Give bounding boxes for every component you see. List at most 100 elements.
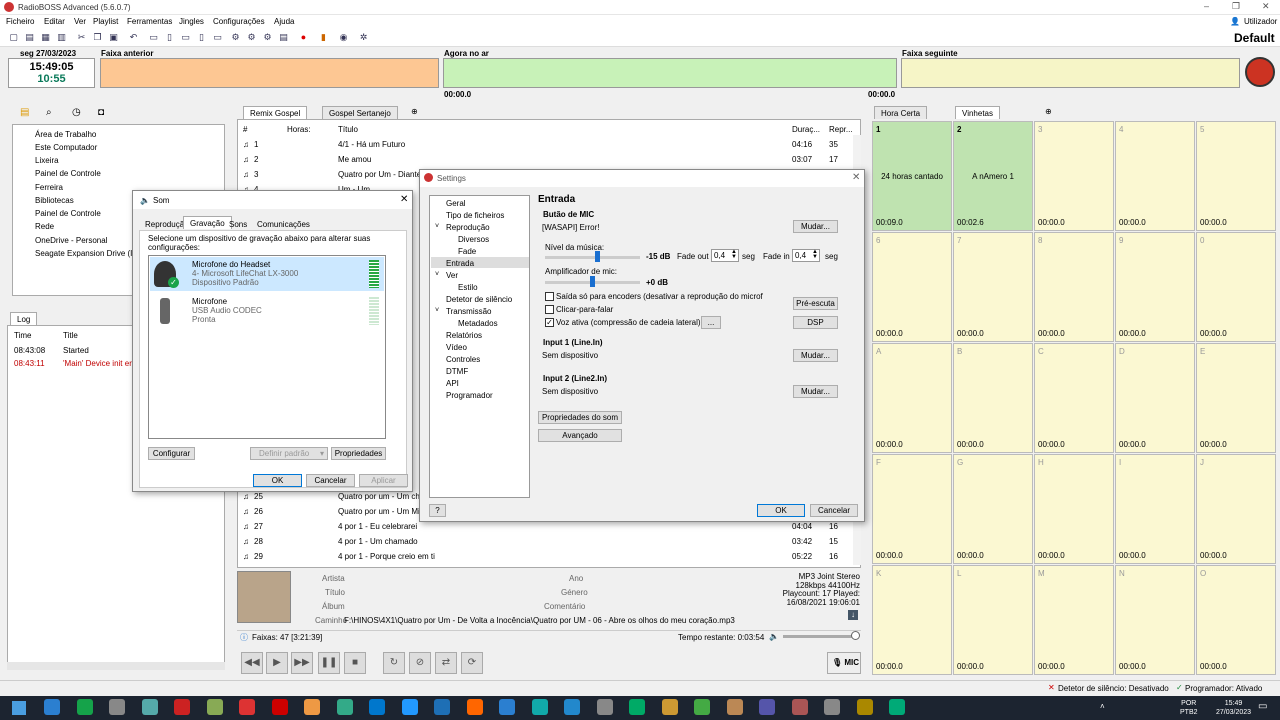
taskbar-app-icon[interactable] xyxy=(44,699,60,715)
change-mic-button[interactable]: Mudar... xyxy=(793,220,838,233)
layout2-icon[interactable]: ▯ xyxy=(164,32,175,43)
dsp-button[interactable]: DSP xyxy=(793,316,838,329)
layout1-icon[interactable]: ▭ xyxy=(148,32,159,43)
taskbar-app-icon[interactable] xyxy=(694,699,710,715)
menu-editar[interactable]: Editar xyxy=(44,17,65,26)
folder-icon[interactable]: ▤ xyxy=(278,32,289,43)
taskbar-app-icon[interactable] xyxy=(889,699,905,715)
menu-ficheiro[interactable]: Ficheiro xyxy=(6,17,34,26)
taskbar-app-icon[interactable] xyxy=(726,699,743,715)
stop-button[interactable]: ■ xyxy=(344,652,366,674)
jingle-cell-C[interactable]: C 00:00.0 xyxy=(1034,343,1114,453)
scheduler-icon[interactable]: ⚙ xyxy=(230,32,241,43)
jingle-cell-9[interactable]: 9 00:00.0 xyxy=(1115,232,1195,342)
jingle-cell-A[interactable]: A 00:00.0 xyxy=(872,343,952,453)
jingle-cell-5[interactable]: 5 00:00.0 xyxy=(1196,121,1276,231)
cancel-button[interactable]: Cancelar xyxy=(810,504,858,517)
refresh-button[interactable]: ⟳ xyxy=(461,652,483,674)
taskbar-app-icon[interactable] xyxy=(759,699,775,715)
tools-icon[interactable]: ⚙ xyxy=(262,32,273,43)
taskbar-app-icon[interactable] xyxy=(239,699,255,715)
collapse-icon[interactable]: ˅ xyxy=(435,223,439,230)
layout4-icon[interactable]: ▯ xyxy=(196,32,207,43)
clock-icon[interactable]: ◷ xyxy=(72,107,81,118)
menu-jingles[interactable]: Jingles xyxy=(179,17,204,26)
jingle-cell-8[interactable]: 8 00:00.0 xyxy=(1034,232,1114,342)
nav-video[interactable]: Vídeo xyxy=(446,343,467,352)
close-icon[interactable]: ✕ xyxy=(1262,1,1270,12)
record-icon[interactable]: ● xyxy=(298,32,309,43)
taskbar-app-icon[interactable] xyxy=(434,699,450,715)
mic-amp-thumb[interactable] xyxy=(590,276,595,287)
volume-slider[interactable] xyxy=(783,635,855,638)
table-row[interactable]: ♫ 1 4/1 - Há um Futuro 04:16 35 xyxy=(238,140,850,155)
music-level-thumb[interactable] xyxy=(594,251,600,262)
cut-icon[interactable]: ✂ xyxy=(76,32,87,43)
table-row[interactable]: ♫ 29 4 por 1 - Porque creio em ti 05:22 … xyxy=(238,552,850,567)
tab-log[interactable]: Log xyxy=(10,312,38,325)
jingle-cell-D[interactable]: D 00:00.0 xyxy=(1115,343,1195,453)
headphones-icon[interactable] xyxy=(1245,57,1275,87)
taskbar-app-icon[interactable] xyxy=(206,699,223,715)
taskbar-app-icon[interactable] xyxy=(791,699,808,715)
device-item-microphone[interactable]: Microfone USB Audio CODEC Pronta xyxy=(150,294,384,328)
add-tab-icon[interactable]: ⊕ xyxy=(1045,107,1052,116)
apply-button[interactable]: Aplicar xyxy=(359,474,408,487)
click-to-talk-checkbox[interactable] xyxy=(545,305,554,314)
close-icon[interactable]: ✕ xyxy=(400,194,408,205)
nav-programador[interactable]: Programador xyxy=(446,391,493,400)
nav-transmissao[interactable]: Transmissão xyxy=(446,307,492,316)
tree-item-control-panel-2[interactable]: Painel de Controle xyxy=(35,209,101,218)
menu-ver[interactable]: Ver xyxy=(74,17,86,26)
nav-api[interactable]: API xyxy=(446,379,459,388)
taskbar-app-icon[interactable] xyxy=(596,699,613,715)
menu-playlist[interactable]: Playlist xyxy=(93,17,118,26)
taskbar-app-icon[interactable] xyxy=(401,699,418,715)
table-row[interactable]: ♫ 2 Me amou 03:07 17 xyxy=(238,155,850,170)
disable-button[interactable]: ⊘ xyxy=(409,652,431,674)
nav-ver[interactable]: Ver xyxy=(446,271,458,280)
tab-hora-certa[interactable]: Hora Certa xyxy=(874,106,928,119)
music-level-slider[interactable] xyxy=(545,256,640,259)
undo-icon[interactable]: ↶ xyxy=(128,32,139,43)
nav-fade[interactable]: Fade xyxy=(458,247,476,256)
jingle-cell-7[interactable]: 7 00:00.0 xyxy=(953,232,1033,342)
layout5-icon[interactable]: ▭ xyxy=(212,32,223,43)
taskbar-app-icon[interactable] xyxy=(856,699,873,715)
mic-button[interactable]: 🎙 MIC xyxy=(827,652,861,674)
menu-ferramentas[interactable]: Ferramentas xyxy=(127,17,172,26)
tree-item-trash[interactable]: Lixeira xyxy=(35,156,59,165)
configure-button[interactable]: Configurar xyxy=(148,447,195,460)
ok-button[interactable]: OK xyxy=(253,474,302,487)
tab-vinhetas[interactable]: Vinhetas xyxy=(955,106,1000,119)
taskbar-app-icon[interactable] xyxy=(466,699,483,715)
change-input2-button[interactable]: Mudar... xyxy=(793,385,838,398)
taskbar-app-icon[interactable] xyxy=(499,699,515,715)
advanced-button[interactable]: Avançado xyxy=(538,429,622,442)
menu-configuracoes[interactable]: Configurações xyxy=(213,17,265,26)
collapse-icon[interactable]: ˅ xyxy=(435,271,439,278)
language-indicator[interactable]: POR PTB2 xyxy=(1180,699,1198,717)
taskbar-app-icon[interactable] xyxy=(336,699,353,715)
jingle-cell-1[interactable]: 1 24 horas cantado 00:09.0 xyxy=(872,121,952,231)
taskbar-app-icon[interactable] xyxy=(369,699,385,715)
windows-start-icon[interactable] xyxy=(12,701,26,715)
jingle-cell-3[interactable]: 3 00:00.0 xyxy=(1034,121,1114,231)
taskbar-app-icon[interactable] xyxy=(824,699,840,715)
download-icon[interactable]: ↓ xyxy=(848,610,858,620)
col-num[interactable]: # xyxy=(243,125,247,134)
taskbar-app-icon[interactable] xyxy=(564,699,580,715)
open-icon[interactable]: ▤ xyxy=(24,32,35,43)
spinner-icon[interactable]: ▲ ▼ xyxy=(731,249,737,260)
taskbar-app-icon[interactable] xyxy=(76,699,93,715)
nav-estilo[interactable]: Estilo xyxy=(458,283,478,292)
jingle-cell-2[interactable]: 2 A nAmero 1 00:02.6 xyxy=(953,121,1033,231)
jingle-cell-4[interactable]: 4 00:00.0 xyxy=(1115,121,1195,231)
close-icon[interactable]: ✕ xyxy=(852,172,860,183)
search-icon[interactable]: ⌕ xyxy=(46,107,52,118)
jingle-cell-H[interactable]: H 00:00.0 xyxy=(1034,454,1114,564)
taskbar-app-icon[interactable] xyxy=(271,699,288,715)
jingle-cell-F[interactable]: F 00:00.0 xyxy=(872,454,952,564)
col-duration[interactable]: Duraç... xyxy=(792,125,820,134)
ok-button[interactable]: OK xyxy=(757,504,805,517)
